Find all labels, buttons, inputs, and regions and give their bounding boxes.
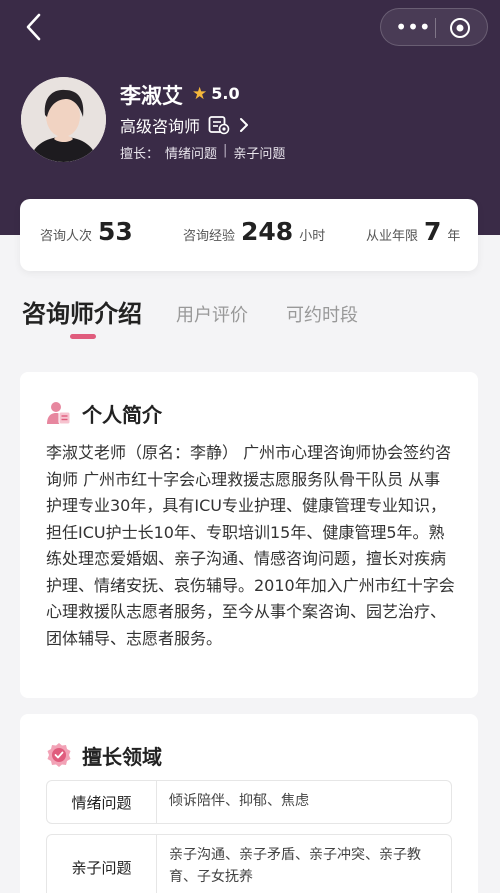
chevron-right-icon[interactable]	[238, 117, 250, 133]
counselor-title: 高级咨询师	[120, 117, 201, 136]
stat-unit: 小时	[299, 229, 326, 244]
stat-label: 咨询经验	[183, 229, 236, 244]
certificate-icon[interactable]	[208, 115, 230, 135]
expertise-category: 亲子问题	[47, 835, 157, 893]
intro-card: 个人简介 李淑艾老师（原名：李静） 广州市心理咨询师协会签约咨询师 广州市红十字…	[20, 372, 478, 698]
target-icon[interactable]	[449, 17, 471, 39]
rating: ★ 5.0	[192, 84, 240, 104]
stat-value: 7	[424, 217, 442, 246]
specialty-summary: 擅长： 情绪问题 | 亲子问题	[120, 143, 286, 162]
profile-icon	[47, 402, 71, 425]
specialty-2: 亲子问题	[233, 147, 286, 162]
specialty-separator: |	[223, 143, 228, 158]
expertise-items: 亲子沟通、亲子矛盾、亲子冲突、亲子教育、子女抚养	[169, 847, 421, 885]
stat-value: 248	[241, 217, 294, 246]
title-row[interactable]: 高级咨询师	[120, 114, 250, 136]
expertise-heading: 擅长领域	[82, 744, 162, 769]
expertise-category: 情绪问题	[47, 781, 157, 823]
table-row: 情绪问题 倾诉陪伴、抑郁、焦虑	[46, 780, 452, 824]
intro-heading: 个人简介	[82, 402, 162, 427]
stat-label: 咨询人次	[40, 229, 93, 244]
avatar	[21, 77, 106, 162]
specialty-1: 情绪问题	[165, 147, 218, 162]
active-tab-indicator	[70, 334, 96, 339]
intro-header: 个人简介	[46, 398, 162, 428]
more-icon[interactable]: •••	[395, 17, 431, 37]
tab-bar: 咨询师介绍 用户评价 可约时段	[22, 296, 482, 344]
tab-schedule[interactable]: 可约时段	[286, 298, 358, 334]
stat-consultations: 咨询人次 53	[40, 217, 133, 253]
capsule-divider	[435, 18, 436, 38]
stat-label: 从业年限	[366, 229, 419, 244]
counselor-name: 李淑艾	[120, 84, 183, 108]
star-icon: ★	[192, 84, 208, 104]
expertise-table: 情绪问题 倾诉陪伴、抑郁、焦虑 亲子问题 亲子沟通、亲子矛盾、亲子冲突、亲子教育…	[46, 780, 452, 893]
intro-text: 李淑艾老师（原名：李静） 广州市心理咨询师协会签约咨询师 广州市红十字会心理救援…	[46, 443, 455, 648]
stat-value: 53	[98, 217, 133, 246]
expertise-header: 擅长领域	[46, 740, 162, 770]
stats-card: 咨询人次 53 咨询经验 248 小时 从业年限 7 年	[20, 199, 478, 271]
back-icon[interactable]	[22, 12, 46, 42]
stat-years: 从业年限 7 年	[366, 217, 460, 253]
rating-score: 5.0	[211, 84, 240, 103]
tab-introduction[interactable]: 咨询师介绍	[22, 296, 142, 332]
expertise-card: 擅长领域 情绪问题 倾诉陪伴、抑郁、焦虑 亲子问题 亲子沟通、亲子矛盾、亲子冲突…	[20, 714, 478, 893]
specialty-label: 擅长：	[120, 147, 160, 162]
stat-unit: 年	[447, 229, 461, 244]
expertise-items: 倾诉陪伴、抑郁、焦虑	[169, 793, 309, 809]
mini-program-capsule: •••	[380, 8, 488, 46]
table-row: 亲子问题 亲子沟通、亲子矛盾、亲子冲突、亲子教育、子女抚养	[46, 834, 452, 893]
badge-icon	[47, 743, 71, 767]
tab-reviews[interactable]: 用户评价	[176, 298, 248, 334]
stat-experience: 咨询经验 248 小时	[183, 217, 325, 253]
